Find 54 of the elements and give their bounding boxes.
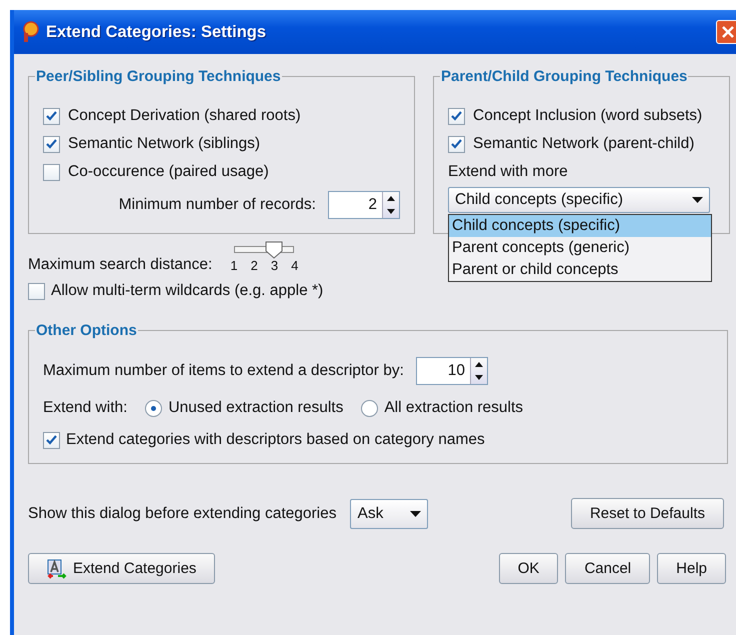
- checkbox[interactable]: [43, 108, 60, 124]
- checkbox-label: Extend categories with descriptors based on category names: [66, 431, 485, 449]
- dialog-button[interactable]: Cancel: [565, 553, 650, 584]
- field-label: Maximum search distance:: [28, 256, 212, 274]
- group-title: Other Options: [35, 322, 138, 339]
- checkbox[interactable]: [43, 432, 60, 448]
- checkbox-label: Co-occurence (paired usage): [68, 163, 269, 181]
- dropdown-option[interactable]: Child concepts (specific): [449, 215, 711, 237]
- dialog-button[interactable]: OK: [498, 553, 558, 584]
- checkbox-label: Semantic Network (siblings): [68, 135, 260, 153]
- close-button[interactable]: [716, 20, 736, 44]
- number-spinner[interactable]: 2: [328, 191, 400, 219]
- extend-categories-button[interactable]: Extend Categories: [28, 553, 216, 584]
- checkbox[interactable]: [448, 136, 465, 152]
- checkbox[interactable]: [448, 108, 465, 124]
- dialog-button[interactable]: Help: [657, 553, 726, 584]
- field-label: Extend with:: [43, 399, 128, 417]
- dropdown-option[interactable]: Parent or child concepts: [449, 259, 711, 281]
- reset-button[interactable]: Reset to Defaults: [570, 498, 724, 529]
- field-label: Minimum number of records:: [118, 196, 316, 214]
- close-icon: [722, 26, 734, 38]
- checkbox[interactable]: [28, 282, 45, 300]
- dropdown[interactable]: Ask: [350, 498, 428, 528]
- checkbox-label: Allow multi-term wildcards (e.g. apple *): [51, 282, 324, 300]
- group-title: Parent/Child Grouping Techniques: [440, 68, 688, 85]
- document-arrows-icon: [47, 558, 67, 578]
- group-title: Peer/Sibling Grouping Techniques: [35, 68, 282, 85]
- up-arrow-icon: [387, 196, 395, 201]
- tick-label: 4: [291, 258, 298, 272]
- field-label: Maximum number of items to extend a descriptor by:: [43, 362, 404, 380]
- radio-label: Unused extraction results: [168, 399, 344, 417]
- radio-button[interactable]: [145, 400, 162, 416]
- number-spinner[interactable]: 10: [416, 357, 488, 385]
- tick-label: 3: [270, 258, 278, 272]
- field-label: Extend with more: [448, 163, 569, 181]
- checkbox-label: Concept Derivation (shared roots): [68, 107, 301, 125]
- field-label: Show this dialog before extending categories: [28, 504, 336, 522]
- checkbox-label: Semantic Network (parent-child): [473, 135, 694, 153]
- radio-label: All extraction results: [384, 399, 524, 417]
- up-arrow-icon: [474, 362, 483, 367]
- tick-label: 1: [230, 258, 238, 272]
- dropdown[interactable]: Child concepts (specific): [448, 187, 710, 213]
- caret-icon: [692, 197, 703, 203]
- radio-button[interactable]: [361, 400, 378, 416]
- checkbox[interactable]: [43, 164, 60, 180]
- slider-thumb[interactable]: [265, 240, 284, 258]
- tick-label: 2: [250, 258, 258, 272]
- down-arrow-icon: [387, 209, 395, 214]
- checkbox-label: Concept Inclusion (word subsets): [473, 107, 702, 125]
- window-title: Extend Categories: Settings: [46, 22, 266, 42]
- checkbox[interactable]: [43, 136, 60, 152]
- caret-icon: [410, 510, 422, 516]
- down-arrow-icon: [474, 375, 483, 380]
- dropdown-option[interactable]: Parent concepts (generic): [449, 237, 711, 259]
